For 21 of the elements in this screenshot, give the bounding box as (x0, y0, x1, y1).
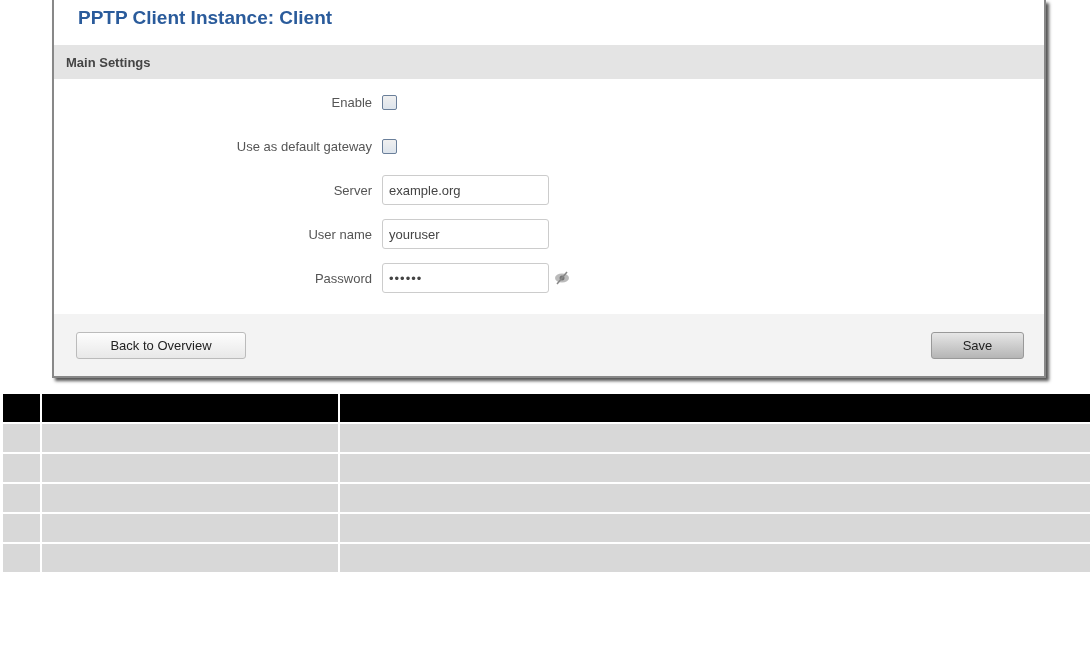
field-label: Server (332, 182, 373, 198)
password-field[interactable]: •••••• (382, 263, 549, 293)
input-field[interactable]: example.org (382, 175, 549, 205)
table-cell (3, 544, 40, 572)
checkbox[interactable] (382, 138, 397, 154)
table-cell (3, 454, 40, 482)
eye-toggle-icon[interactable] (554, 271, 570, 285)
section-title: Main Settings (66, 54, 151, 70)
table-cell (3, 484, 40, 512)
table-cell (3, 514, 40, 542)
field-label: Enable (330, 94, 373, 110)
table-cell (3, 424, 40, 452)
field-label: User name (307, 226, 373, 242)
back-button[interactable]: Back to Overview (76, 331, 246, 359)
input-field[interactable]: youruser (382, 219, 549, 249)
field-label: Password (313, 270, 373, 286)
table-header-cell (3, 394, 40, 422)
save-button[interactable]: Save (931, 331, 1024, 359)
checkbox[interactable] (382, 94, 397, 110)
page-title: PPTP Client Instance: Client (77, 6, 334, 30)
field-label: Use as default gateway (235, 138, 373, 154)
